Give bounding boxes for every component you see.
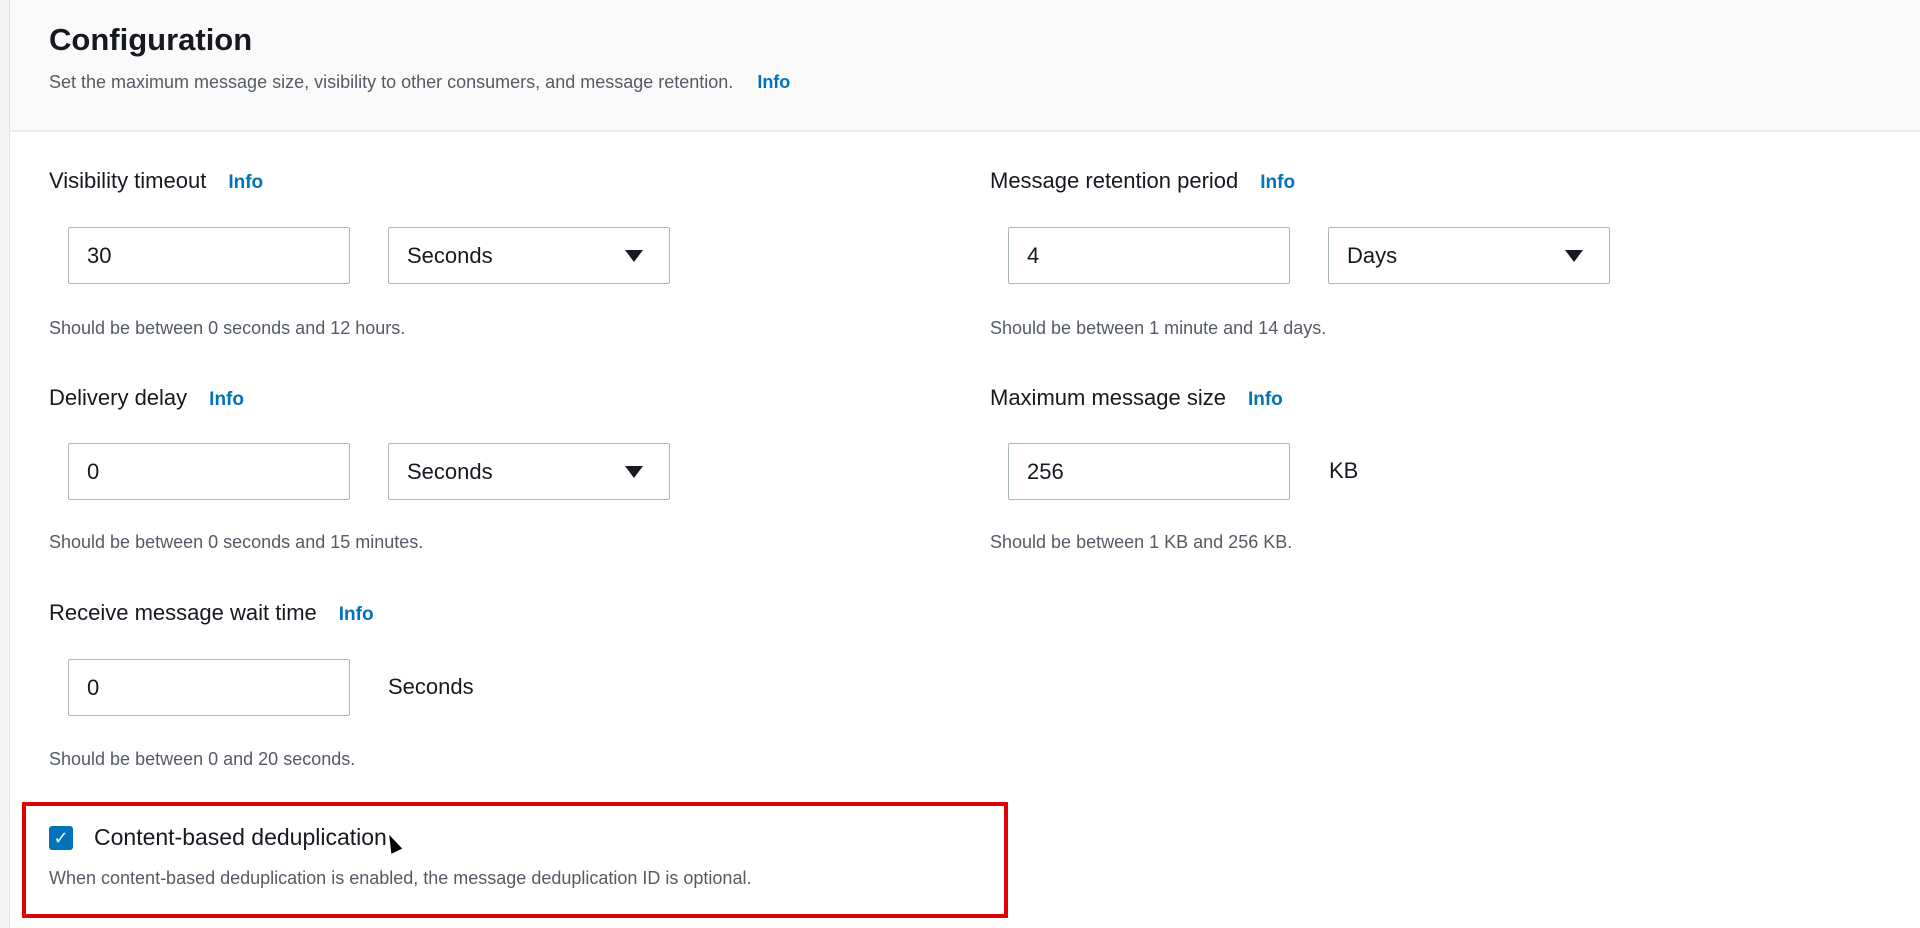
max-message-size-unit: KB bbox=[1329, 458, 1359, 483]
label-text: Visibility timeout bbox=[49, 168, 207, 193]
label-text: Delivery delay bbox=[49, 385, 188, 410]
visibility-timeout-hint: Should be between 0 seconds and 12 hours… bbox=[49, 318, 406, 338]
retention-period-input[interactable]: 4 bbox=[1008, 227, 1290, 284]
section-title: Configuration bbox=[49, 22, 253, 57]
caret-down-icon bbox=[625, 250, 643, 262]
section-subtitle: Set the maximum message size, visibility… bbox=[49, 72, 790, 93]
info-link[interactable]: Info bbox=[339, 604, 374, 625]
caret-down-icon bbox=[625, 466, 643, 478]
select-value: Days bbox=[1347, 243, 1398, 268]
visibility-timeout-unit-select[interactable]: Seconds bbox=[388, 227, 670, 284]
highlight-box bbox=[22, 802, 1008, 918]
receive-wait-time-hint: Should be between 0 and 20 seconds. bbox=[49, 749, 356, 769]
visibility-timeout-input[interactable]: 30 bbox=[68, 227, 350, 284]
delivery-delay-label: Delivery delay Info bbox=[49, 385, 244, 411]
label-text: Message retention period bbox=[990, 168, 1239, 193]
receive-wait-time-unit: Seconds bbox=[388, 674, 474, 699]
visibility-timeout-label: Visibility timeout Info bbox=[49, 168, 263, 194]
retention-period-unit-select[interactable]: Days bbox=[1328, 227, 1610, 284]
content-based-deduplication-label[interactable]: Content-based deduplication bbox=[94, 824, 387, 851]
section-header bbox=[10, 0, 1920, 132]
info-link[interactable]: Info bbox=[1248, 389, 1283, 410]
max-message-size-input[interactable]: 256 bbox=[1008, 443, 1290, 500]
info-link[interactable]: Info bbox=[209, 389, 244, 410]
select-value: Seconds bbox=[407, 459, 493, 484]
retention-period-hint: Should be between 1 minute and 14 days. bbox=[990, 318, 1327, 338]
retention-period-label: Message retention period Info bbox=[990, 168, 1295, 194]
info-link[interactable]: Info bbox=[1260, 172, 1295, 193]
info-link[interactable]: Info bbox=[757, 72, 790, 92]
content-based-deduplication-description: When content-based deduplication is enab… bbox=[49, 868, 752, 888]
delivery-delay-input[interactable]: 0 bbox=[68, 443, 350, 500]
receive-wait-time-input[interactable]: 0 bbox=[68, 659, 350, 716]
info-link[interactable]: Info bbox=[228, 172, 263, 193]
subtitle-text: Set the maximum message size, visibility… bbox=[49, 72, 734, 92]
caret-down-icon bbox=[1565, 250, 1583, 262]
max-message-size-label: Maximum message size Info bbox=[990, 385, 1283, 411]
delivery-delay-hint: Should be between 0 seconds and 15 minut… bbox=[49, 532, 424, 552]
label-text: Maximum message size bbox=[990, 385, 1226, 410]
delivery-delay-unit-select[interactable]: Seconds bbox=[388, 443, 670, 500]
select-value: Seconds bbox=[407, 243, 493, 268]
receive-wait-time-label: Receive message wait time Info bbox=[49, 600, 374, 626]
label-text: Receive message wait time bbox=[49, 600, 317, 625]
max-message-size-hint: Should be between 1 KB and 256 KB. bbox=[990, 532, 1293, 552]
left-border bbox=[0, 0, 10, 928]
content-based-deduplication-checkbox[interactable]: ✓ bbox=[49, 826, 73, 850]
